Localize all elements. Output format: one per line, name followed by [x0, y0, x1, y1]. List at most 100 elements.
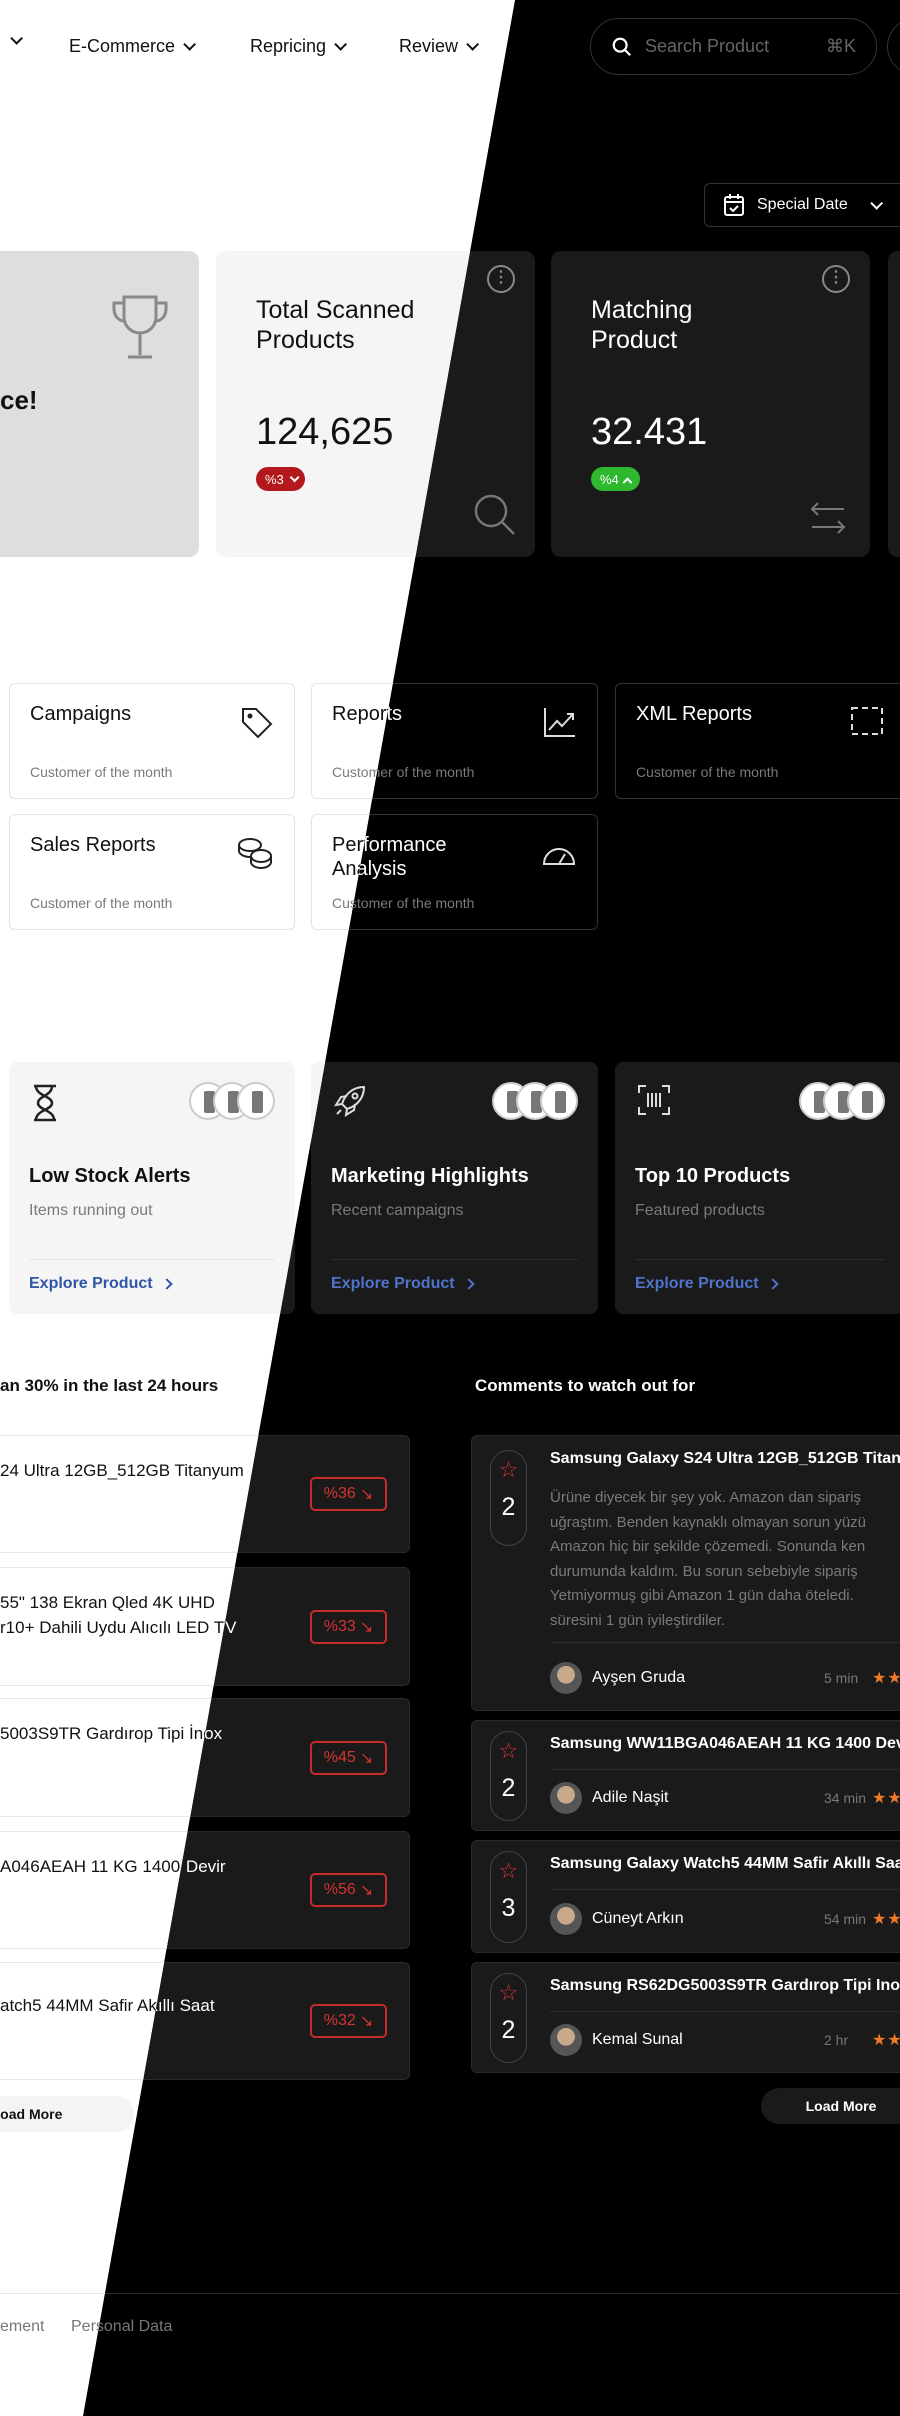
- chevron-right-icon: [766, 1278, 779, 1290]
- nav-ecommerce[interactable]: E-Commerce: [69, 36, 197, 57]
- card-subtitle: Customer of the month: [30, 764, 173, 780]
- divider: [29, 1259, 275, 1260]
- explore-product-link[interactable]: Explore Product: [635, 1275, 779, 1293]
- divider: [550, 1889, 900, 1890]
- nav-menu-partial[interactable]: [2, 32, 23, 45]
- nav-label: E-Commerce: [69, 36, 176, 56]
- profile-button[interactable]: [887, 18, 900, 75]
- info-icon[interactable]: ⋮: [822, 265, 850, 293]
- star-icon: ☆: [498, 1457, 519, 1482]
- comment-card[interactable]: ☆2 Samsung Galaxy S24 Ultra 12GB_512GB T…: [471, 1435, 900, 1711]
- chevron-up-icon: [622, 476, 633, 487]
- quick-link-sales-reports[interactable]: Sales Reports Customer of the month: [9, 814, 295, 930]
- stat-card-matching: ⋮ Matching Product 32.431 %4: [551, 251, 870, 557]
- product-name: Samsung Galaxy Watch5 44MM Safir Akıllı …: [550, 1855, 900, 1872]
- gauge-icon: [542, 848, 576, 865]
- change-badge: %56↘: [310, 1873, 387, 1907]
- trending-down-icon: ↘: [359, 1618, 374, 1636]
- comment-card[interactable]: ☆2 Samsung RS62DG5003S9TR Gardırop Tipi …: [471, 1962, 900, 2073]
- stat-value: 124,625: [256, 411, 394, 453]
- nav-repricing[interactable]: Repricing: [250, 36, 348, 57]
- comment-time: 2 hr: [824, 2032, 849, 2048]
- explore-product-link[interactable]: Explore Product: [29, 1275, 173, 1293]
- change-badge: %3: [256, 467, 305, 491]
- search-input[interactable]: Search Product ⌘K: [590, 18, 877, 75]
- feature-card-top-products: Top 10 Products Featured products Explor…: [615, 1062, 900, 1314]
- stat-card-partial: [888, 251, 900, 557]
- star-rating-icon: ★★★★★: [872, 1790, 900, 1807]
- scan-frame-icon: [851, 707, 883, 735]
- change-badge: %45↘: [310, 1740, 387, 1775]
- avatar: [550, 1782, 582, 1814]
- star-icon: ☆: [498, 1858, 519, 1883]
- nav-review[interactable]: Review: [399, 36, 480, 57]
- card-title: Low Stock Alerts: [29, 1165, 191, 1187]
- comment-author: Cüneyt Arkın: [550, 1903, 684, 1935]
- search-icon: [612, 37, 632, 56]
- product-name: Samsung Galaxy S24 Ultra 12GB_512GB Tita…: [550, 1450, 900, 1467]
- info-icon[interactable]: ⋮: [487, 265, 515, 293]
- comment-text: Ürüne diyecek bir şey yok. Amazon dan si…: [550, 1489, 867, 1629]
- rating-pill: ☆2: [490, 1731, 527, 1821]
- stat-card-achievement: ce!: [0, 251, 199, 557]
- hourglass-icon: [34, 1084, 56, 1122]
- card-subtitle: Featured products: [635, 1202, 765, 1219]
- avatar: [550, 1903, 582, 1935]
- calendar-icon: [724, 194, 744, 216]
- comment-time: 34 min: [824, 1790, 867, 1806]
- comment-card[interactable]: ☆3 Samsung Galaxy Watch5 44MM Safir Akıl…: [471, 1840, 900, 1953]
- card-subtitle: Items running out: [29, 1202, 153, 1219]
- rating-pill: ☆2: [490, 1973, 527, 2063]
- feature-card-low-stock: Low Stock Alerts Items running out Explo…: [9, 1062, 295, 1314]
- stat-value: 32.431: [591, 411, 708, 453]
- chevron-down-icon: [869, 196, 883, 210]
- chevron-down-icon: [289, 471, 300, 482]
- change-badge: %33↘: [310, 1609, 387, 1644]
- divider: [550, 2011, 900, 2012]
- trending-down-icon: ↘: [359, 2013, 374, 2030]
- star-icon: ☆: [498, 1980, 519, 2005]
- stat-title: ce!: [0, 385, 38, 415]
- card-title: Top 10 Products: [635, 1165, 791, 1187]
- avatar: [550, 2024, 582, 2056]
- chevron-down-icon: [183, 38, 197, 51]
- star-rating-icon: ★★★★★: [872, 1911, 900, 1928]
- change-badge: %36↘: [310, 1477, 387, 1511]
- chevron-down-icon: [10, 32, 23, 45]
- product-name: Samsung RS62DG5003S9TR Gardırop Tipi Ino…: [550, 1977, 900, 1994]
- divider: [550, 1642, 900, 1643]
- search-placeholder: Search Product: [645, 36, 770, 56]
- load-more-button[interactable]: Load More: [0, 2096, 134, 2132]
- stat-title: Matching Product: [591, 296, 693, 354]
- nav-label: Repricing: [250, 36, 327, 56]
- quick-link-xml-reports[interactable]: XML Reports Customer of the month: [615, 683, 900, 799]
- change-badge: %32↘: [310, 2004, 387, 2038]
- feature-card-marketing: Marketing Highlights Recent campaigns Ex…: [311, 1062, 598, 1314]
- quick-link-campaigns[interactable]: Campaigns Customer of the month: [9, 683, 295, 799]
- product-avatars: [799, 1082, 885, 1120]
- product-name: 55" 138 Ekran Qled 4K UHD r10+ Dahili Uy…: [0, 1593, 235, 1637]
- product-name: 5003S9TR Gardırop Tipi İnox: [0, 1724, 222, 1743]
- rating-pill: ☆3: [490, 1851, 527, 1943]
- product-name: Samsung WW11BGA046AEAH 11 KG 1400 Devir: [550, 1735, 900, 1752]
- explore-product-link[interactable]: Explore Product: [331, 1275, 475, 1293]
- tag-icon: [242, 708, 273, 739]
- footer-divider: [0, 2293, 900, 2294]
- product-avatars: [492, 1082, 578, 1120]
- date-filter-button[interactable]: Special Date: [704, 183, 900, 227]
- comment-card[interactable]: ☆2 Samsung WW11BGA046AEAH 11 KG 1400 Dev…: [471, 1720, 900, 1831]
- footer-link[interactable]: ement: [0, 2318, 44, 2336]
- load-more-comments-button[interactable]: Load More: [761, 2088, 900, 2124]
- chevron-down-icon: [466, 38, 480, 51]
- price-drops-heading: an 30% in the last 24 hours: [0, 1376, 219, 1395]
- trophy-icon: [112, 295, 168, 359]
- nav-label: Review: [399, 36, 459, 56]
- divider: [550, 1769, 900, 1770]
- star-rating-icon: ★★★★★: [872, 1670, 900, 1687]
- coins-icon: [238, 838, 272, 869]
- shortcut-hint: ⌘K: [825, 36, 856, 56]
- star-icon: ☆: [498, 1738, 519, 1763]
- chart-line-icon: [544, 708, 575, 737]
- chevron-down-icon: [334, 38, 348, 51]
- search-icon: [474, 494, 515, 535]
